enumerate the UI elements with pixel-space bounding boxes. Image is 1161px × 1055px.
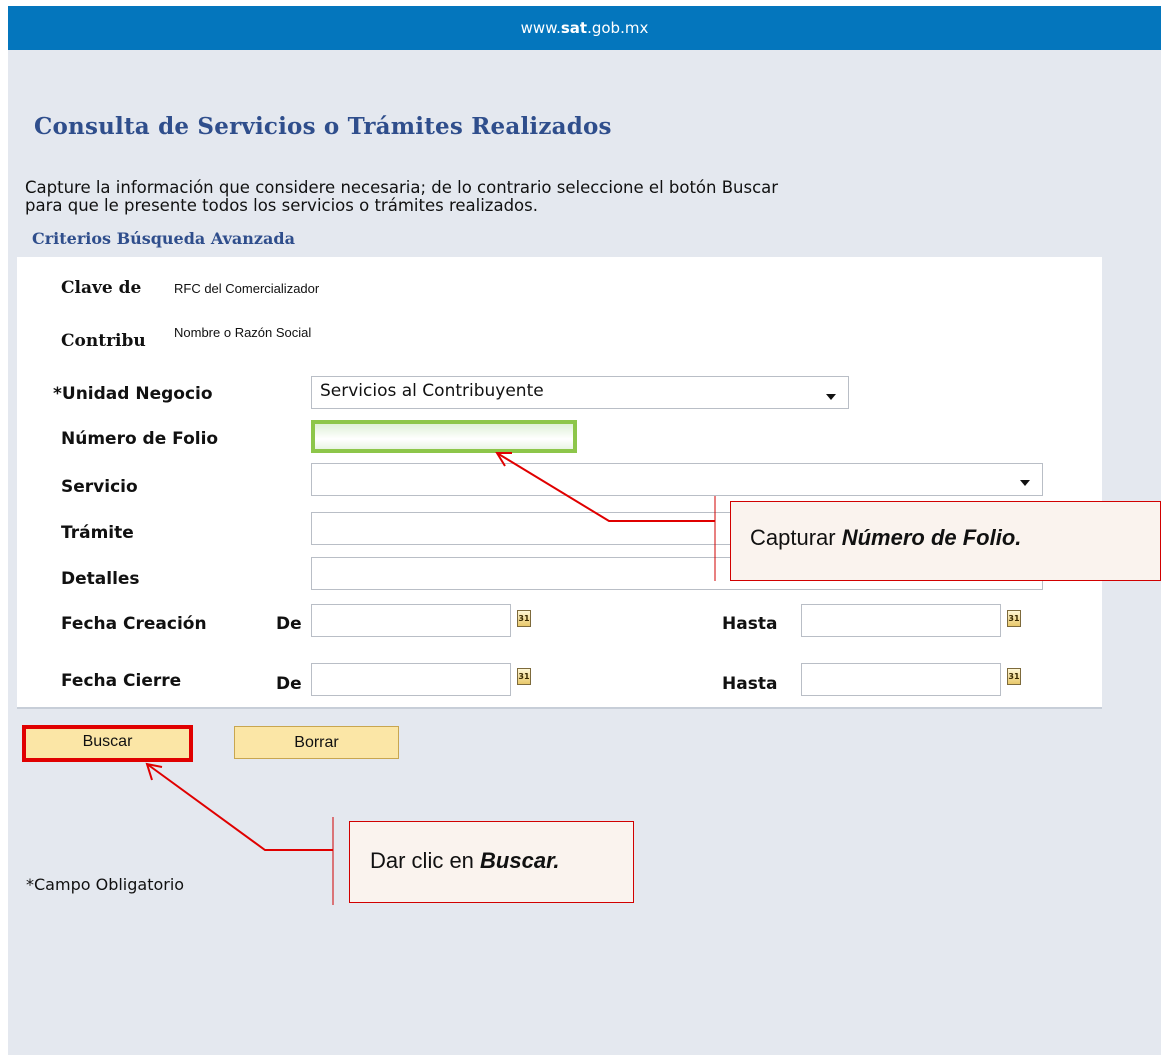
annotation-arrows [145, 452, 716, 905]
buscar-arrow-line [146, 763, 333, 851]
folio-arrow-line [496, 452, 715, 522]
folio-arrowhead [495, 452, 512, 467]
